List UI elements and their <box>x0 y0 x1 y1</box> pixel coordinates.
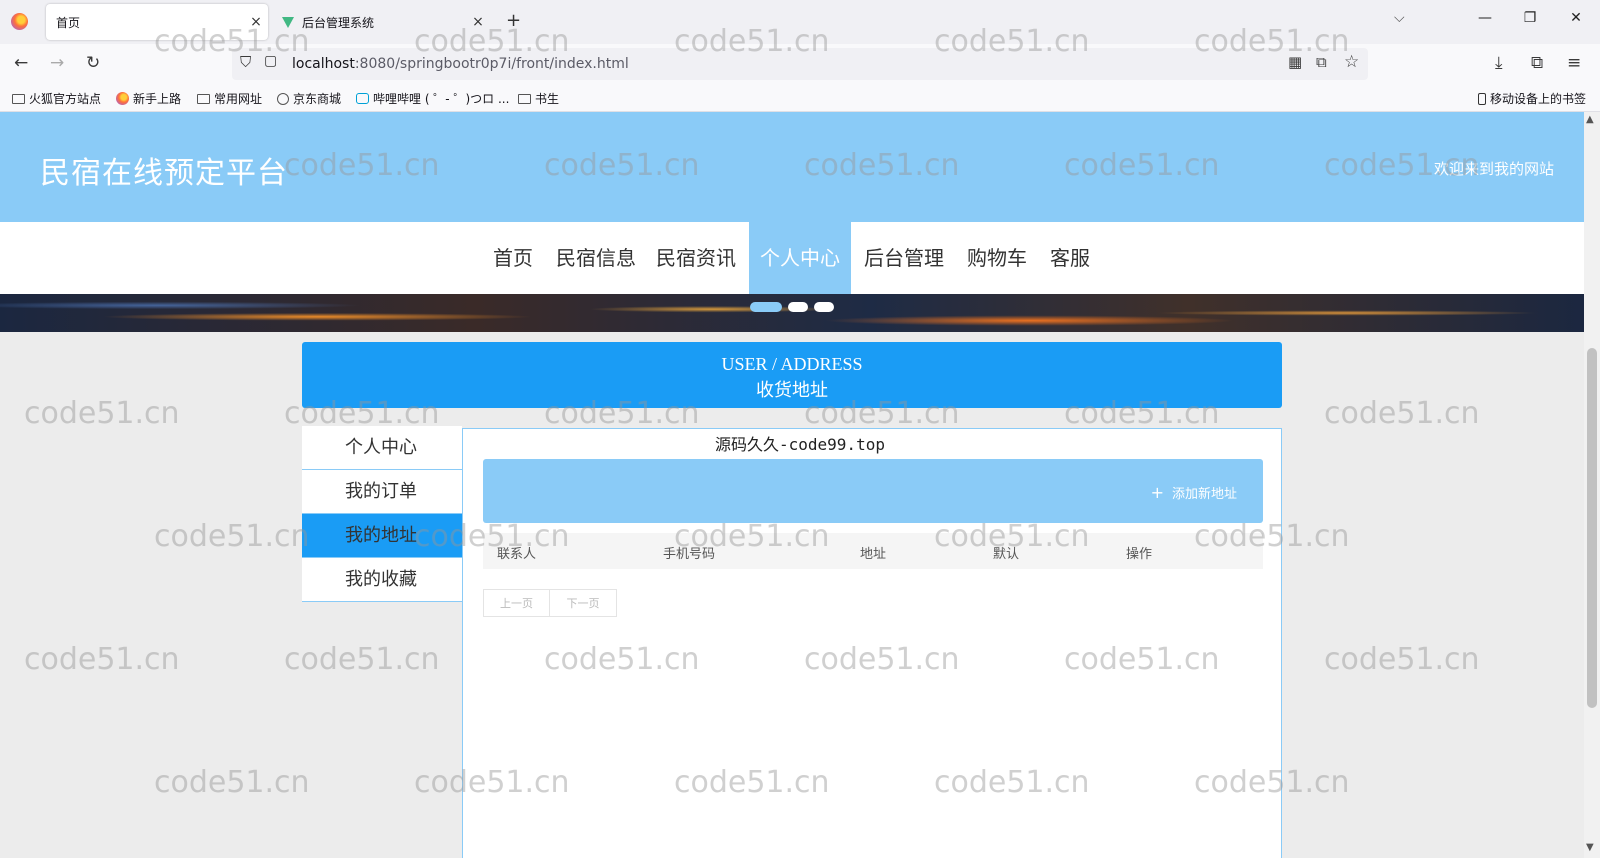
scroll-thumb[interactable] <box>1587 348 1597 708</box>
user-sidebar: 个人中心 我的订单 我的地址 我的收藏 <box>302 426 462 602</box>
close-window-button[interactable]: ✕ <box>1566 10 1586 26</box>
section-title-en: USER / ADDRESS <box>721 354 863 374</box>
menu-icon[interactable]: ≡ <box>1567 53 1581 73</box>
folder-icon <box>197 93 210 104</box>
download-icon[interactable]: ⤓ <box>1495 53 1503 73</box>
page-viewport: 民宿在线预定平台 欢迎来到我的网站 首页 民宿信息 民宿资讯 个人中心 后台管理… <box>0 112 1584 858</box>
carousel-dot[interactable] <box>814 302 834 312</box>
qr-code-icon[interactable]: ▦ <box>1288 53 1302 71</box>
minimize-button[interactable]: — <box>1475 10 1495 26</box>
address-toolbar: + 添加新地址 <box>483 459 1263 523</box>
bilibili-icon <box>356 93 369 104</box>
bookmark-label: 新手上路 <box>133 92 182 106</box>
site-title: 民宿在线预定平台 <box>40 156 288 191</box>
browser-tab-bar: 首页 × 后台管理系统 × + ⌵ — ❐ ✕ <box>0 0 1600 44</box>
bookmark-item[interactable]: 京东商城 <box>277 90 341 107</box>
folder-icon <box>12 93 25 104</box>
welcome-text: 欢迎来到我的网站 <box>1433 160 1554 178</box>
pagination: 上一页 下一页 <box>483 589 617 617</box>
page-info-icon[interactable]: ▢ <box>264 53 277 69</box>
bookmark-item[interactable]: 常用网址 <box>197 90 262 107</box>
tab-admin[interactable]: 后台管理系统 × <box>276 4 490 40</box>
menu-item-admin[interactable]: 后台管理 <box>858 222 950 294</box>
column-contact: 联系人 <box>497 547 537 562</box>
menu-item-cart[interactable]: 购物车 <box>958 222 1036 294</box>
bookmark-label: 火狐官方站点 <box>29 92 102 106</box>
restore-button[interactable]: ❐ <box>1520 10 1540 26</box>
scroll-up-icon[interactable]: ▲ <box>1586 114 1594 125</box>
tab-title: 首页 <box>56 15 81 30</box>
bookmark-label: 移动设备上的书签 <box>1490 92 1587 106</box>
main-menu: 首页 民宿信息 民宿资讯 个人中心 后台管理 购物车 客服 <box>0 222 1584 294</box>
plus-icon: + <box>1150 483 1164 502</box>
next-page-button[interactable]: 下一页 <box>550 589 617 617</box>
firefox-logo-icon <box>11 13 28 30</box>
column-default: 默认 <box>993 547 1020 562</box>
sidebar-item-orders[interactable]: 我的订单 <box>302 470 462 514</box>
mobile-bookmarks[interactable]: 移动设备上的书签 <box>1478 90 1586 107</box>
tab-title: 后台管理系统 <box>302 15 375 30</box>
menu-item-user-center[interactable]: 个人中心 <box>749 222 851 294</box>
address-panel: 源码久久-code99.top + 添加新地址 联系人 手机号码 地址 默认 操… <box>462 428 1282 858</box>
column-address: 地址 <box>860 547 887 562</box>
sidebar-item-favorites[interactable]: 我的收藏 <box>302 558 462 602</box>
column-actions: 操作 <box>1126 547 1153 562</box>
menu-item-homestay-info[interactable]: 民宿信息 <box>550 222 642 294</box>
bookmark-star-icon[interactable]: ☆ <box>1344 52 1359 72</box>
close-tab-icon[interactable]: × <box>466 14 490 30</box>
section-header: USER / ADDRESS 收货地址 <box>302 342 1282 408</box>
section-title-cn: 收货地址 <box>756 380 828 401</box>
vue-logo-icon <box>282 16 294 28</box>
carousel-dot[interactable] <box>750 302 782 312</box>
prev-page-button[interactable]: 上一页 <box>483 589 550 617</box>
address-table-header: 联系人 手机号码 地址 默认 操作 <box>483 533 1263 569</box>
carousel-dot[interactable] <box>788 302 808 312</box>
sidebar-item-address[interactable]: 我的地址 <box>302 514 462 558</box>
bookmark-label: 哔哩哔哩 ( ゜- ゜)つロ ... <box>373 92 510 106</box>
new-tab-button[interactable]: + <box>506 10 521 31</box>
bookmark-label: 常用网址 <box>214 92 263 106</box>
column-phone: 手机号码 <box>663 547 716 562</box>
scroll-down-icon[interactable]: ▼ <box>1586 842 1594 853</box>
bookmark-item[interactable]: 哔哩哔哩 ( ゜- ゜)つロ ... <box>356 90 509 107</box>
browser-nav-bar: ← → ↻ ⛉ ▢ localhost:8080/springbootr0p7i… <box>0 44 1600 84</box>
extensions-icon[interactable]: ⧉ <box>1531 53 1543 73</box>
shield-icon[interactable]: ⛉ <box>240 53 251 71</box>
site-header: 民宿在线预定平台 欢迎来到我的网站 <box>0 112 1584 222</box>
url-text[interactable]: localhost:8080/springbootr0p7i/front/ind… <box>292 56 629 72</box>
bookmark-label: 书生 <box>535 92 560 106</box>
menu-item-homestay-news[interactable]: 民宿资讯 <box>650 222 742 294</box>
page-scrollbar[interactable]: ▲ ▼ <box>1584 112 1600 858</box>
add-address-label: 添加新地址 <box>1171 487 1237 502</box>
bookmark-item[interactable]: 书生 <box>518 90 559 107</box>
add-address-button[interactable]: + 添加新地址 <box>1151 483 1237 502</box>
bookmark-item[interactable]: 新手上路 <box>116 90 181 107</box>
url-host: localhost <box>292 56 355 72</box>
forward-icon[interactable]: → <box>50 53 64 73</box>
menu-item-service[interactable]: 客服 <box>1042 222 1098 294</box>
carousel-banner <box>0 294 1584 332</box>
firefox-icon <box>116 92 129 105</box>
mobile-device-icon <box>1478 92 1486 105</box>
menu-item-home[interactable]: 首页 <box>482 222 544 294</box>
globe-icon <box>277 92 289 105</box>
url-path: :8080/springbootr0p7i/front/index.html <box>354 56 629 72</box>
bookmarks-bar: 火狐官方站点 新手上路 常用网址 京东商城 哔哩哔哩 ( ゜- ゜)つロ ...… <box>0 84 1600 112</box>
picture-in-picture-icon[interactable]: ⧉ <box>1316 53 1327 71</box>
tab-home[interactable]: 首页 × <box>46 4 268 40</box>
folder-icon <box>518 93 531 104</box>
url-bar[interactable]: ⛉ ▢ localhost:8080/springbootr0p7i/front… <box>232 48 1368 80</box>
close-tab-icon[interactable]: × <box>244 14 268 30</box>
bookmark-item[interactable]: 火狐官方站点 <box>12 90 101 107</box>
bookmark-label: 京东商城 <box>293 92 342 106</box>
reload-icon[interactable]: ↻ <box>86 53 100 73</box>
sidebar-item-user-center[interactable]: 个人中心 <box>302 426 462 470</box>
source-watermark: 源码久久-code99.top <box>715 435 885 454</box>
list-tabs-icon[interactable]: ⌵ <box>1394 10 1405 26</box>
back-icon[interactable]: ← <box>14 53 28 73</box>
